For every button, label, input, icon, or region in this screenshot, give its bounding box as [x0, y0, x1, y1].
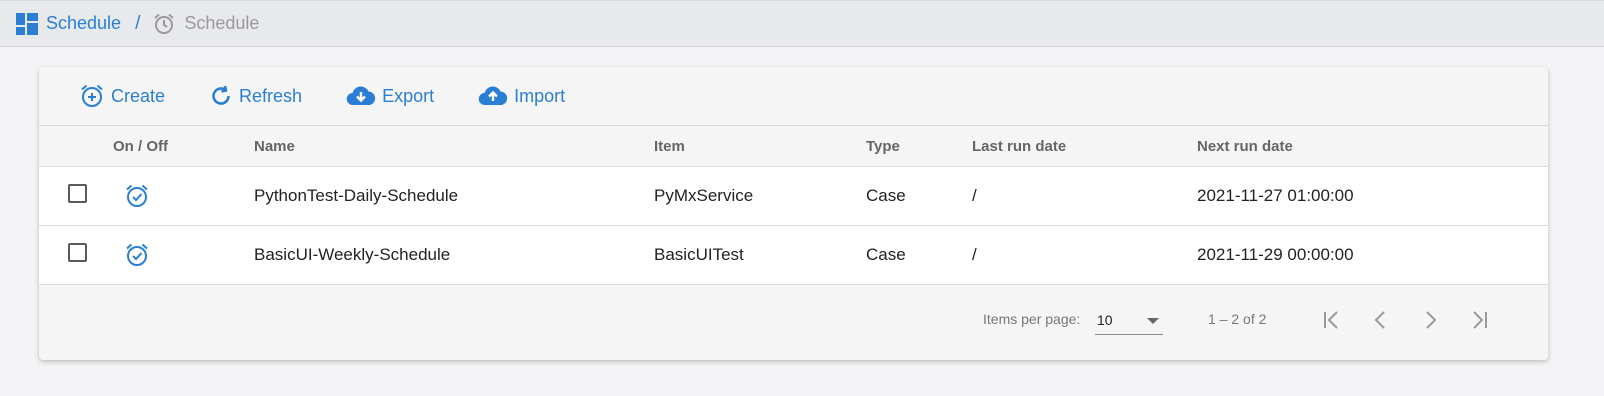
last-page-icon: [1468, 309, 1490, 331]
header-last-run[interactable]: Last run date: [972, 126, 1197, 167]
table-row[interactable]: BasicUI-Weekly-Schedule BasicUITest Case…: [39, 225, 1548, 285]
alarm-on-icon[interactable]: [124, 242, 150, 268]
cloud-upload-icon: [478, 84, 508, 108]
breadcrumb-bar: Schedule / Schedule: [0, 0, 1604, 47]
row-type: Case: [866, 186, 906, 205]
items-per-page-label: Items per page:: [983, 311, 1081, 327]
dashboard-grid-icon[interactable]: [16, 12, 38, 35]
row-onoff-cell: [113, 167, 254, 226]
paginator: Items per page: 10 1 – 2 of 2: [39, 283, 1548, 360]
refresh-button[interactable]: Refresh: [209, 84, 302, 108]
previous-page-button[interactable]: [1366, 305, 1396, 335]
first-page-icon: [1321, 309, 1343, 331]
first-page-button[interactable]: [1317, 305, 1347, 335]
row-checkbox[interactable]: [68, 184, 87, 203]
alarm-add-icon: [79, 83, 105, 109]
header-item[interactable]: Item: [654, 126, 866, 167]
export-button[interactable]: Export: [346, 84, 434, 108]
header-next-run[interactable]: Next run date: [1197, 126, 1548, 167]
next-page-button[interactable]: [1415, 305, 1445, 335]
row-item: PyMxService: [654, 186, 754, 205]
alarm-on-icon[interactable]: [124, 183, 150, 209]
last-page-button[interactable]: [1464, 305, 1494, 335]
table-header-row: On / Off Name Item Type Last run date Ne…: [39, 125, 1548, 167]
import-button[interactable]: Import: [478, 84, 565, 108]
header-name[interactable]: Name: [254, 126, 654, 167]
breadcrumb: Schedule / Schedule: [16, 12, 259, 36]
dropdown-arrow-icon: [1147, 318, 1159, 324]
items-per-page-select[interactable]: 10: [1095, 303, 1163, 335]
row-next-run: 2021-11-29 00:00:00: [1197, 245, 1354, 264]
refresh-icon: [209, 84, 233, 108]
row-select-cell: [39, 167, 113, 226]
cloud-download-icon: [346, 84, 376, 108]
create-label: Create: [111, 85, 166, 106]
schedule-card: Create Refresh Export Import On / Off Na…: [39, 67, 1548, 360]
row-type: Case: [866, 245, 906, 264]
row-item: BasicUITest: [654, 245, 744, 264]
header-type[interactable]: Type: [866, 126, 972, 167]
breadcrumb-separator: /: [135, 12, 141, 34]
header-select: [39, 126, 113, 167]
row-last-run: /: [972, 186, 977, 205]
refresh-label: Refresh: [239, 85, 303, 106]
row-last-run: /: [972, 245, 977, 264]
create-button[interactable]: Create: [79, 83, 165, 109]
row-name: PythonTest-Daily-Schedule: [254, 186, 459, 205]
schedule-table: On / Off Name Item Type Last run date Ne…: [39, 125, 1548, 285]
page-range-label: 1 – 2 of 2: [1208, 311, 1267, 327]
header-onoff[interactable]: On / Off: [113, 126, 254, 167]
row-next-run: 2021-11-27 01:00:00: [1197, 186, 1354, 205]
row-name: BasicUI-Weekly-Schedule: [254, 245, 451, 264]
breadcrumb-root-link[interactable]: Schedule: [46, 13, 121, 34]
toolbar: Create Refresh Export Import: [39, 67, 1548, 125]
export-label: Export: [382, 85, 435, 106]
row-onoff-cell: [113, 226, 254, 285]
row-checkbox[interactable]: [68, 243, 87, 262]
breadcrumb-current: Schedule: [184, 13, 260, 33]
chevron-right-icon: [1419, 309, 1441, 331]
items-per-page-value: 10: [1097, 312, 1113, 328]
alarm-clock-icon: [152, 12, 176, 36]
row-select-cell: [39, 226, 113, 285]
import-label: Import: [514, 85, 566, 106]
chevron-left-icon: [1370, 309, 1392, 331]
table-row[interactable]: PythonTest-Daily-Schedule PyMxService Ca…: [39, 166, 1548, 226]
